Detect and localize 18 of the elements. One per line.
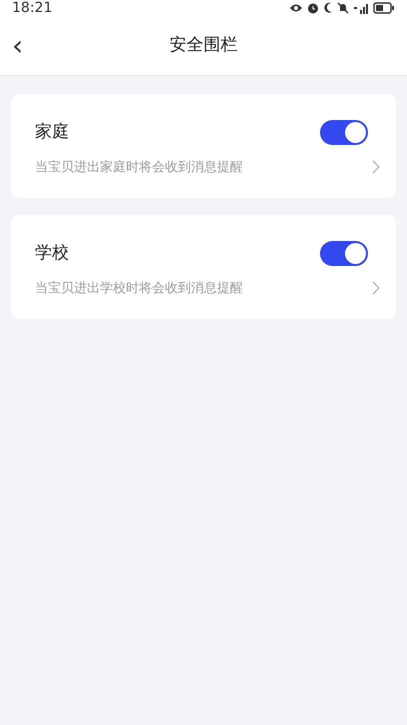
back-button[interactable]: ‹ xyxy=(10,32,26,60)
battery-icon xyxy=(373,2,395,14)
moon-icon xyxy=(323,2,333,14)
chevron-right-icon xyxy=(372,281,380,296)
bell-off-icon xyxy=(337,2,349,14)
fence-card[interactable]: 学校 当宝贝进出学校时将会收到消息提醒 xyxy=(11,215,396,319)
toggle-switch[interactable] xyxy=(320,241,368,266)
status-time: 18:21 xyxy=(12,1,52,15)
fence-description: 当宝贝进出学校时将会收到消息提醒 xyxy=(35,280,243,298)
fence-card[interactable]: 家庭 当宝贝进出家庭时将会收到消息提醒 xyxy=(11,94,396,198)
signal-icon xyxy=(353,2,369,14)
fence-description: 当宝贝进出家庭时将会收到消息提醒 xyxy=(35,158,243,176)
eye-icon xyxy=(289,3,303,13)
fence-name: 学校 xyxy=(35,242,69,265)
toggle-switch[interactable] xyxy=(320,120,368,146)
fence-name: 家庭 xyxy=(35,121,69,144)
page-title: 安全围栏 xyxy=(170,34,238,57)
chevron-right-icon xyxy=(372,160,380,174)
